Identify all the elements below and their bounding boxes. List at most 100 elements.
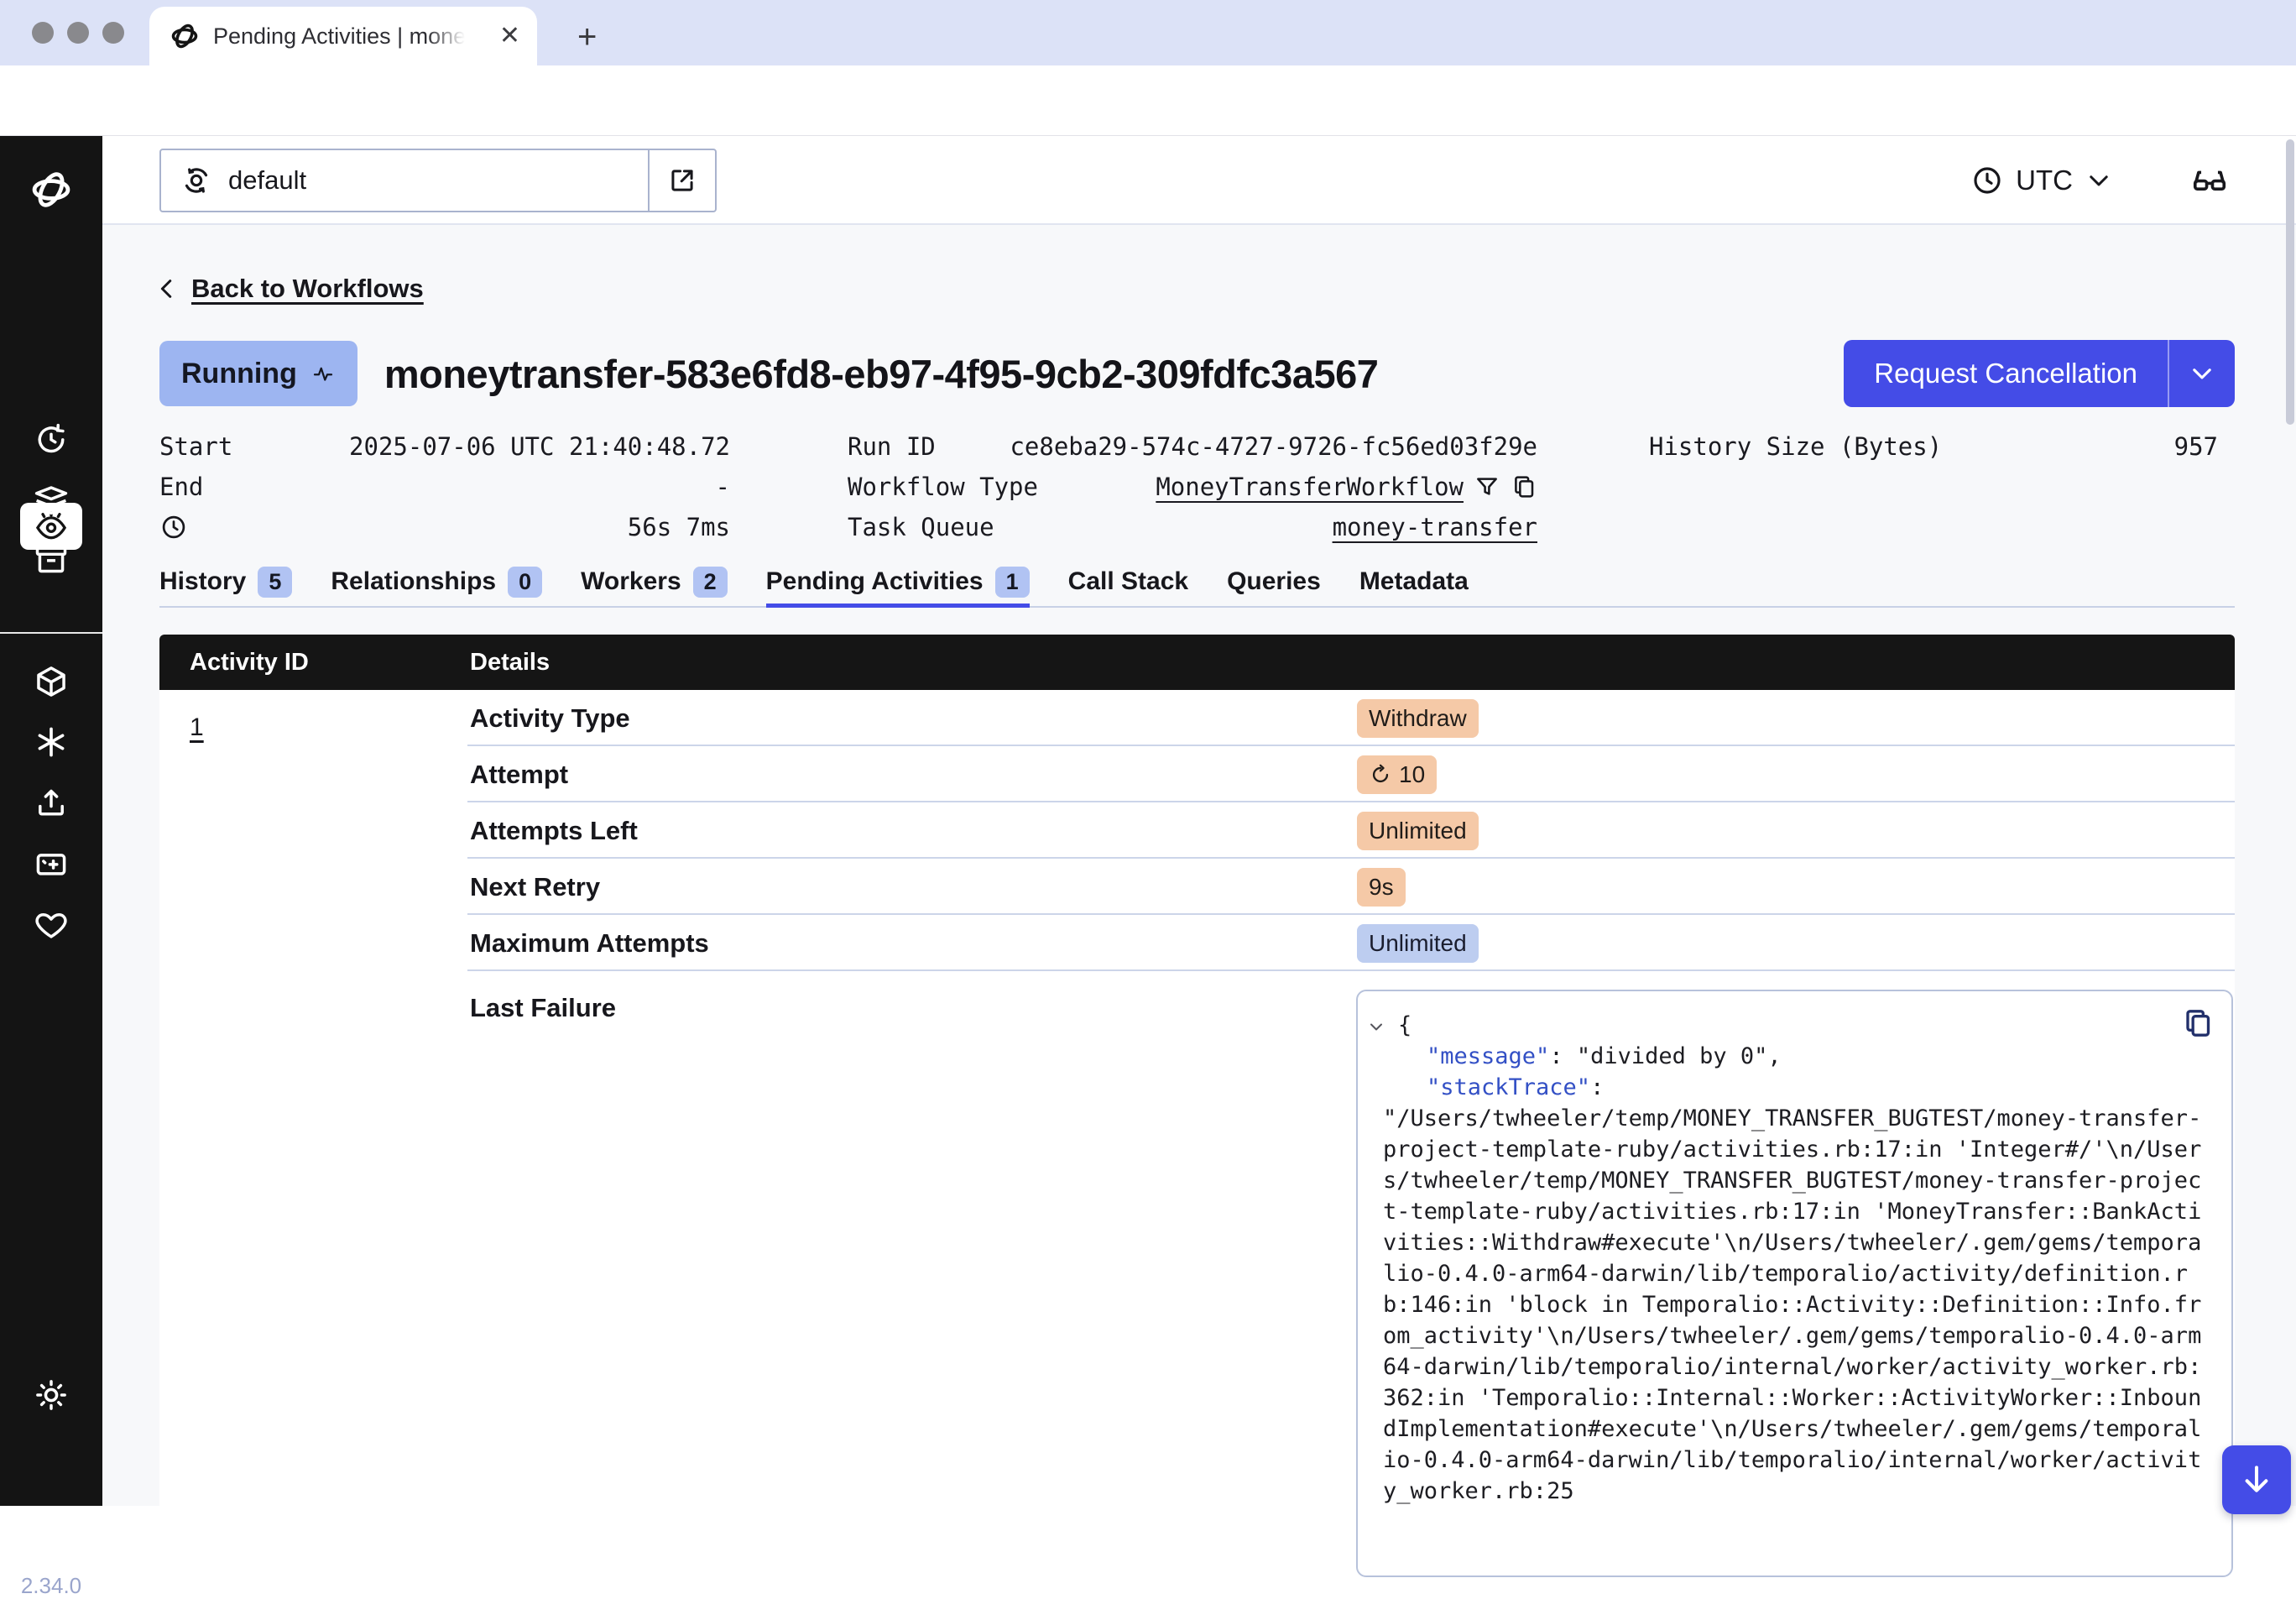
start-label: Start [159, 432, 232, 461]
app-version: 2.34.0 [0, 1573, 102, 1599]
sidebar-item-import-events[interactable] [0, 784, 102, 821]
namespace-open-button[interactable] [648, 150, 715, 211]
attempt-badge: 10 [1357, 755, 1437, 794]
status-badge: Running [159, 341, 357, 406]
next-retry-label: Next Retry [470, 872, 600, 902]
browser-tab[interactable]: Pending Activities | moneytra ✕ [149, 7, 537, 65]
json-message-line: "message": "divided by 0", [1383, 1041, 2210, 1072]
window-zoom-dot[interactable] [102, 22, 124, 44]
maximum-attempts-label: Maximum Attempts [470, 928, 709, 959]
sidebar-item-deployments[interactable] [0, 663, 102, 700]
workflow-type-link[interactable]: MoneyTransferWorkflow [1156, 473, 1464, 501]
copy-icon[interactable] [1511, 473, 1537, 500]
window-minimize-dot[interactable] [67, 22, 89, 44]
window-close-dot[interactable] [32, 22, 54, 44]
column-activity-id: Activity ID [190, 649, 309, 677]
sidebar-item-batch-operations[interactable] [0, 482, 102, 519]
attempts-left-badge: Unlimited [1357, 812, 1479, 850]
workflow-tabs: History5 Relationships0 Workers2 Pending… [159, 564, 2235, 608]
sidebar-item-nexus[interactable] [0, 724, 102, 760]
tab-relationships[interactable]: Relationships0 [331, 564, 542, 606]
table-body: 1 Activity Type Withdraw Attempt 10 Atte… [159, 690, 2235, 1506]
table-header: Activity ID Details [159, 635, 2235, 690]
duration-value: 56s 7ms [628, 513, 730, 541]
start-value: 2025-07-06 UTC 21:40:48.72 [349, 432, 730, 461]
table-row: Activity Type Withdraw [159, 690, 2235, 746]
chevron-left-icon [154, 276, 180, 301]
filter-icon[interactable] [1474, 473, 1500, 500]
namespace-icon [180, 164, 213, 197]
sidebar-item-feedback[interactable] [0, 907, 102, 943]
duration-clock-icon [159, 513, 188, 541]
table-row: Next Retry 9s [159, 859, 2235, 915]
run-id-value: ce8eba29-574c-4727-9726-fc56ed03f29e [1010, 432, 1537, 461]
tab-history[interactable]: History5 [159, 564, 292, 606]
attempt-label: Attempt [470, 760, 568, 790]
namespace-name: default [228, 165, 306, 196]
sidebar-item-schedules[interactable] [0, 420, 102, 457]
clock-icon [1970, 164, 2004, 197]
sidebar-item-labs[interactable] [0, 845, 102, 882]
namespace-bar: default UTC [102, 136, 2296, 225]
table-row: Maximum Attempts Unlimited [159, 915, 2235, 971]
workflow-metadata: Start 2025-07-06 UTC 21:40:48.72 End - 5… [102, 426, 2296, 561]
copy-json-icon[interactable] [2181, 1006, 2215, 1040]
scroll-to-bottom-button[interactable] [2222, 1445, 2291, 1514]
cancel-dropdown-caret[interactable] [2168, 340, 2235, 407]
run-id-label: Run ID [848, 432, 936, 461]
end-label: End [159, 473, 203, 501]
tab-workers[interactable]: Workers2 [581, 564, 728, 606]
json-stacktrace-key-line: "stackTrace": [1383, 1072, 2210, 1103]
retry-icon [1369, 763, 1392, 786]
next-retry-badge: 9s [1357, 868, 1406, 907]
temporal-favicon-icon [170, 21, 200, 51]
task-queue-link[interactable]: money-transfer [1333, 513, 1537, 541]
temporal-logo-icon[interactable] [0, 168, 102, 212]
task-queue-label: Task Queue [848, 513, 994, 541]
request-cancellation-button[interactable]: Request Cancellation [1844, 340, 2235, 407]
chevron-down-icon [2085, 166, 2113, 195]
last-failure-label: Last Failure [470, 993, 616, 1023]
app-sidebar: 2.34.0 [0, 136, 102, 1506]
timezone-label: UTC [2016, 165, 2073, 196]
json-open-brace: { [1383, 1010, 2210, 1041]
tab-call-stack[interactable]: Call Stack [1068, 564, 1188, 606]
status-text: Running [181, 358, 297, 390]
namespace-selector[interactable]: default [159, 149, 717, 212]
last-failure-row: Last Failure { "message": "divided by 0"… [159, 971, 2235, 1508]
tab-pending-activities[interactable]: Pending Activities1 [766, 564, 1030, 606]
timezone-selector[interactable]: UTC [1970, 136, 2113, 225]
tab-queries[interactable]: Queries [1227, 564, 1321, 606]
tab-close-icon[interactable]: ✕ [499, 24, 520, 49]
sidebar-item-archival[interactable] [0, 541, 102, 577]
theme-toggle-sun-icon[interactable] [0, 1377, 102, 1413]
history-size-value: 957 [2174, 432, 2218, 461]
tab-pending-activities-count: 1 [995, 567, 1030, 598]
browser-toolbar: localhost:8080/namespaces/default/workfl… [0, 65, 2296, 136]
column-details: Details [470, 649, 550, 677]
pending-activities-table: Activity ID Details 1 Activity Type With… [159, 635, 2235, 1506]
browser-tab-strip: Pending Activities | moneytra ✕ + [0, 0, 2296, 65]
maximum-attempts-badge: Unlimited [1357, 924, 1479, 963]
arrow-down-icon [2238, 1461, 2275, 1498]
tab-workers-count: 2 [693, 567, 728, 598]
new-tab-button[interactable]: + [577, 18, 597, 56]
back-to-workflows-link[interactable]: Back to Workflows [154, 274, 424, 304]
table-row: Attempt 10 [159, 746, 2235, 802]
activity-type-label: Activity Type [470, 703, 630, 734]
collapse-chevron-icon[interactable] [1366, 1016, 1386, 1037]
last-failure-code-block[interactable]: { "message": "divided by 0", "stackTrace… [1356, 990, 2233, 1577]
tab-title: Pending Activities | moneytra [213, 24, 465, 50]
tab-metadata[interactable]: Metadata [1359, 564, 1469, 606]
history-size-label: History Size (Bytes) [1649, 432, 1942, 461]
table-row: Attempts Left Unlimited [159, 802, 2235, 859]
page-scrollbar-thumb[interactable] [2286, 139, 2294, 425]
main-content: Back to Workflows Running moneytransfer-… [102, 225, 2296, 1506]
attempts-left-label: Attempts Left [470, 816, 638, 846]
activity-type-badge: Withdraw [1357, 699, 1479, 738]
pulse-icon [310, 361, 336, 386]
workflow-title: moneytransfer-583e6fd8-eb97-4f95-9cb2-30… [384, 351, 1379, 397]
sidebar-divider [0, 632, 102, 634]
labs-glasses-icon[interactable] [2190, 136, 2229, 225]
end-value: - [716, 473, 730, 501]
